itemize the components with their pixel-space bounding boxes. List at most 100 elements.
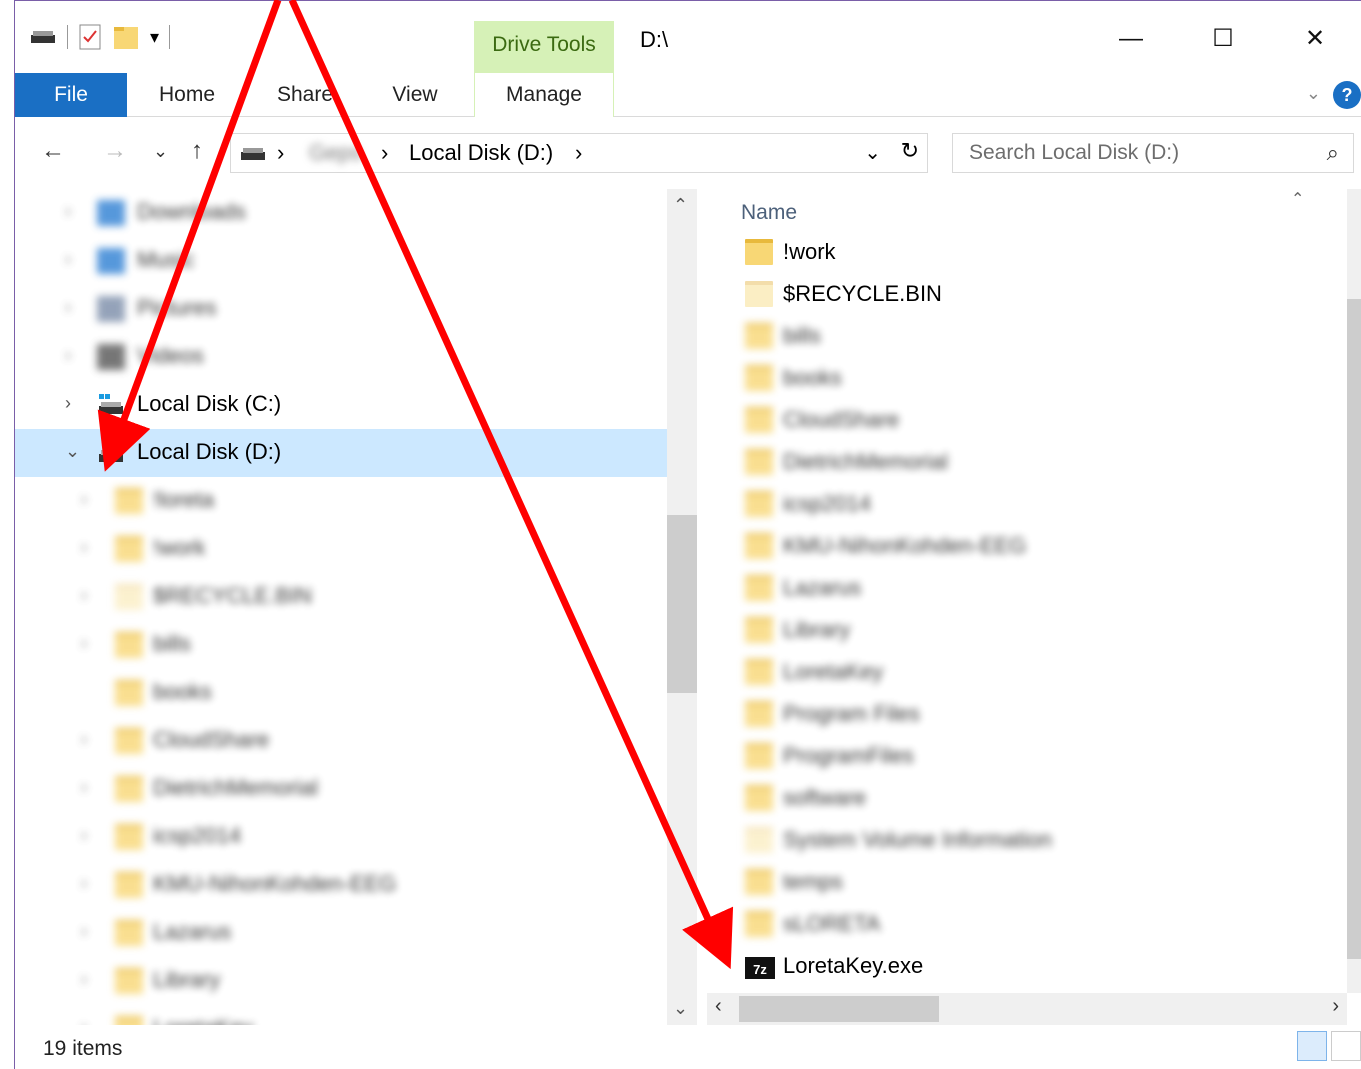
customize-qat-icon[interactable]: ▾ [150,27,159,48]
scrollbar-thumb[interactable] [667,515,697,693]
expand-chevron-icon[interactable]: › [81,1017,87,1025]
file-list-item[interactable]: sLORETA [743,905,1303,947]
file-list-item[interactable]: System Volume Information [743,821,1303,863]
file-name: sLORETA [783,911,881,936]
scrollbar-thumb[interactable] [739,996,939,1022]
breadcrumb-this-pc[interactable]: Geps [309,140,362,166]
file-name: Program Files [783,701,920,726]
music-icon [97,248,125,274]
close-button[interactable]: ✕ [1269,19,1361,59]
search-input[interactable]: Search Local Disk (D:) [969,141,1179,165]
folder-icon [115,968,143,994]
nav-item[interactable]: › Downloads [15,189,667,237]
expand-chevron-icon[interactable]: › [81,729,87,750]
file-list-item[interactable]: icsp2014 [743,485,1303,527]
nav-item[interactable]: › Music [15,237,667,285]
minimize-button[interactable]: — [1085,19,1177,59]
file-list-item[interactable]: DietrichMemorial [743,443,1303,485]
nav-item[interactable]: › Local Disk (C:) [15,381,667,429]
expand-chevron-icon[interactable]: › [81,825,87,846]
nav-item[interactable]: › Library [15,957,667,1005]
expand-chevron-icon[interactable]: › [65,249,71,270]
file-list-item[interactable]: ProgramFiles [743,737,1303,779]
nav-item[interactable]: › !loreta [15,477,667,525]
expand-chevron-icon[interactable]: › [65,201,71,222]
properties-icon[interactable] [78,23,102,51]
file-list-item[interactable]: bills [743,317,1303,359]
nav-item-label: Library [153,967,221,992]
file-list-item[interactable]: $RECYCLE.BIN [743,275,1303,317]
forward-button[interactable]: → [103,137,127,165]
nav-item[interactable]: › $RECYCLE.BIN [15,573,667,621]
large-icons-view-icon[interactable] [1331,1031,1361,1061]
back-button[interactable]: ← [41,137,65,165]
expand-chevron-icon[interactable]: › [81,777,87,798]
address-bar[interactable]: › Geps › Local Disk (D:) › ⌄ ↻ [230,133,928,173]
nav-item[interactable]: › Pictures [15,285,667,333]
expand-chevron-icon[interactable]: › [81,633,87,654]
details-view-icon[interactable] [1297,1031,1327,1061]
expand-chevron-icon[interactable]: › [81,873,87,894]
nav-item[interactable]: › Lazarus [15,909,667,957]
nav-item[interactable]: ›books [15,669,667,717]
expand-chevron-icon[interactable]: › [81,489,87,510]
tab-share[interactable]: Share [265,73,345,117]
nav-item[interactable]: › DietrichMemorial [15,765,667,813]
search-icon[interactable]: ⌕ [1327,140,1339,166]
file-list-item[interactable]: software [743,779,1303,821]
search-box[interactable]: Search Local Disk (D:) ⌕ [952,133,1354,173]
expand-chevron-icon[interactable]: › [81,585,87,606]
nav-item[interactable]: › LoretaKey [15,1005,667,1025]
expand-ribbon-icon[interactable]: ⌄ [1306,83,1321,104]
recent-locations-button[interactable]: ⌄ [153,141,168,162]
file-list-item[interactable]: Program Files [743,695,1303,737]
horizontal-scrollbar[interactable]: ‹ › [707,993,1347,1025]
collapse-chevron-icon[interactable]: ⌄ [65,441,80,462]
file-list-item[interactable]: temps [743,863,1303,905]
nav-item[interactable]: › icsp2014 [15,813,667,861]
tab-home[interactable]: Home [147,73,227,117]
file-list-item[interactable]: books [743,359,1303,401]
nav-item[interactable]: › CloudShare [15,717,667,765]
navigation-pane-scrollbar[interactable]: ⌃ ⌄ [667,189,697,1025]
column-header-name[interactable]: Name [741,201,797,225]
scroll-right-icon[interactable]: › [1332,995,1339,1018]
expand-chevron-icon[interactable]: › [65,393,71,414]
nav-item[interactable]: › Videos [15,333,667,381]
address-dropdown-icon[interactable]: ⌄ [864,140,881,165]
scroll-left-icon[interactable]: ‹ [715,995,722,1018]
new-folder-icon[interactable] [112,23,140,51]
nav-item[interactable]: › bills [15,621,667,669]
file-list-item[interactable]: CloudShare [743,401,1303,443]
tab-file[interactable]: File [15,73,127,117]
expand-chevron-icon[interactable]: › [81,537,87,558]
expand-chevron-icon[interactable]: › [81,969,87,990]
help-button[interactable]: ? [1333,81,1361,109]
file-list-item[interactable]: !work [743,233,1303,275]
up-button[interactable]: ↑ [191,137,203,165]
tab-manage[interactable]: Manage [474,73,614,117]
scroll-down-icon[interactable]: ⌄ [673,998,688,1019]
file-list-item[interactable]: Lazarus [743,569,1303,611]
file-list-item[interactable]: 7z LoretaKey.exe [743,947,1303,989]
refresh-icon[interactable]: ↻ [901,138,919,164]
tab-view[interactable]: View [375,73,455,117]
file-list-item[interactable]: Library [743,611,1303,653]
nav-item[interactable]: › !work [15,525,667,573]
nav-item[interactable]: › KMU-NihonKohden-EEG [15,861,667,909]
drive-icon[interactable] [29,27,57,47]
breadcrumb-separator[interactable]: › [277,140,284,166]
scrollbar-thumb[interactable] [1347,299,1361,959]
file-list-item[interactable]: LoretaKey [743,653,1303,695]
expand-chevron-icon[interactable]: › [65,297,71,318]
file-list-scrollbar[interactable] [1347,189,1361,993]
file-list-item[interactable]: KMU-NihonKohden-EEG [743,527,1303,569]
breadcrumb-separator[interactable]: › [381,140,388,166]
breadcrumb-local-disk-d[interactable]: Local Disk (D:) [409,140,553,166]
nav-item[interactable]: ⌄ Local Disk (D:) [15,429,667,477]
expand-chevron-icon[interactable]: › [65,345,71,366]
maximize-button[interactable]: ☐ [1177,19,1269,59]
breadcrumb-separator[interactable]: › [575,140,582,166]
expand-chevron-icon[interactable]: › [81,921,87,942]
scroll-up-icon[interactable]: ⌃ [673,195,688,216]
